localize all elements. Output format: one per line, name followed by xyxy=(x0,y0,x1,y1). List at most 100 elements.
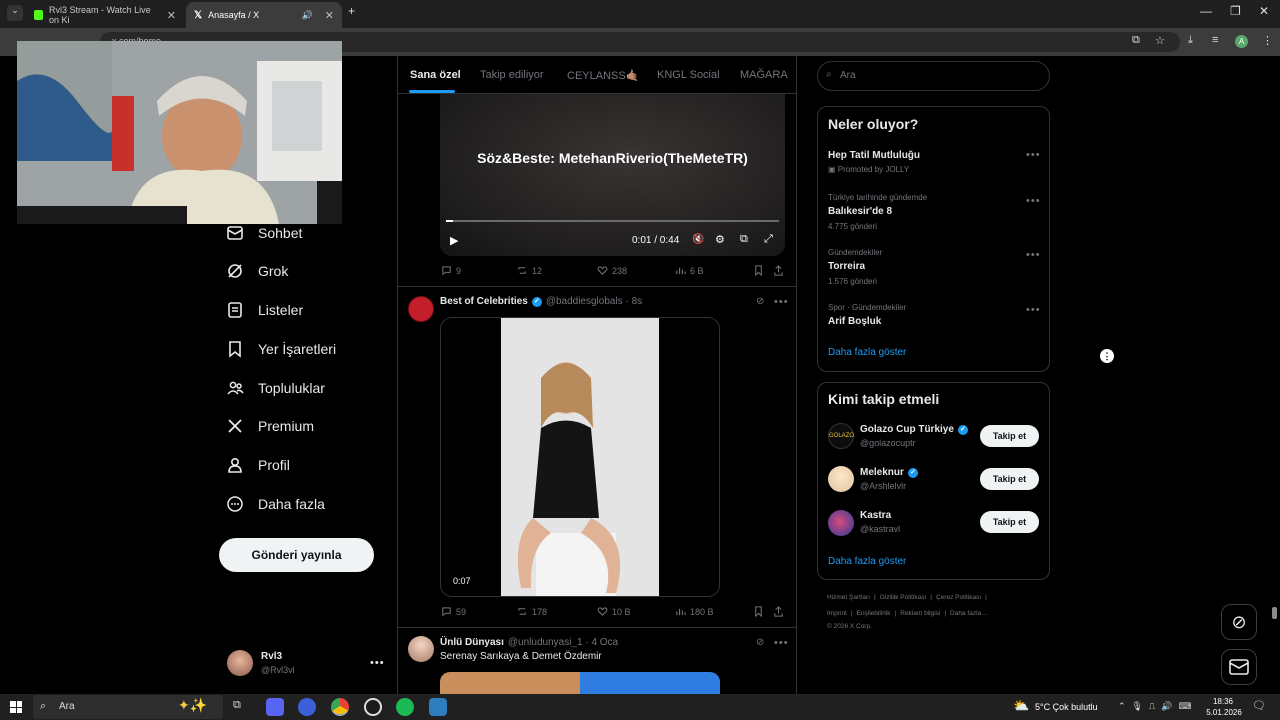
play-icon[interactable]: ▶ xyxy=(450,234,458,247)
nav-item-communities[interactable]: Topluluklar xyxy=(226,374,325,402)
share-button[interactable] xyxy=(773,265,784,276)
tab-following[interactable]: Takip ediliyor xyxy=(480,69,544,81)
reply-button[interactable]: 59 xyxy=(441,606,466,617)
trends-show-more[interactable]: Daha fazla göster xyxy=(828,347,906,358)
new-tab-icon[interactable]: + xyxy=(348,4,355,18)
grok-fab-button[interactable]: ⊘ xyxy=(1221,604,1257,640)
system-tray-icons[interactable]: ⌃🎙⎍🔊⌨ xyxy=(1118,701,1197,712)
search-input[interactable]: Ara xyxy=(817,61,1050,91)
footer-link[interactable]: Imprint xyxy=(827,610,847,617)
account-avatar[interactable] xyxy=(227,650,253,676)
post-more-icon[interactable]: ••• xyxy=(774,637,789,649)
browser-tab-kick[interactable]: Rvl3 Stream - Watch Live on Ki ✕ xyxy=(26,2,184,28)
close-tab-icon[interactable]: ✕ xyxy=(325,9,334,22)
post-more-icon[interactable]: ••• xyxy=(774,296,789,308)
trend-more-icon[interactable]: ••• xyxy=(1026,195,1041,207)
trend-name[interactable]: Hep Tatil Mutluluğu xyxy=(828,150,920,161)
post-video[interactable]: 0:07 xyxy=(440,317,720,597)
bookmark-button[interactable] xyxy=(753,606,764,617)
footer-link[interactable]: Gizlilik Politikası xyxy=(880,594,927,601)
grok-explain-icon[interactable]: ⊘ xyxy=(756,296,764,307)
audio-playing-icon[interactable]: 🔊 xyxy=(302,10,313,21)
trend-name[interactable]: Torreira xyxy=(828,261,865,272)
maximize-icon[interactable]: ❐ xyxy=(1230,4,1241,18)
post-image[interactable] xyxy=(440,672,720,694)
mute-icon[interactable]: 🔇 xyxy=(692,234,704,245)
bookmark-star-icon[interactable]: ☆ xyxy=(1155,34,1165,47)
grok-explain-icon[interactable]: ⊘ xyxy=(756,637,764,648)
nav-item-chat[interactable]: Sohbet xyxy=(226,219,302,247)
golazo-avatar[interactable]: GOLAZO xyxy=(828,423,854,449)
nav-item-lists[interactable]: Listeler xyxy=(226,296,303,324)
follow-button[interactable]: Takip et xyxy=(980,425,1039,447)
follow-button[interactable]: Takip et xyxy=(980,511,1039,533)
windows-start-icon[interactable] xyxy=(10,701,22,713)
tab-for-you[interactable]: Sana özel xyxy=(410,69,461,81)
account-menu-icon[interactable]: ••• xyxy=(370,657,385,669)
trend-more-icon[interactable]: ••• xyxy=(1026,149,1041,161)
close-window-icon[interactable]: ✕ xyxy=(1259,4,1269,18)
trend-more-icon[interactable]: ••• xyxy=(1026,249,1041,261)
bookmark-button[interactable] xyxy=(753,265,764,276)
trend-name[interactable]: Balıkesir'de 8 xyxy=(828,206,892,217)
close-tab-icon[interactable]: ✕ xyxy=(167,9,176,22)
fullscreen-icon[interactable]: ⤢ xyxy=(764,233,773,246)
follow-suggestion[interactable]: Golazo Cup Türkiye ✓ xyxy=(860,424,968,435)
views-button[interactable]: 6 B xyxy=(675,265,704,276)
footer-link[interactable]: Reklam bilgisi xyxy=(900,610,940,617)
task-view-icon[interactable]: ⧉ xyxy=(233,699,241,712)
minimize-icon[interactable]: — xyxy=(1200,4,1212,18)
nav-item-bookmarks[interactable]: Yer İşaretleri xyxy=(226,335,336,363)
author-name[interactable]: Ünlü Dünyası xyxy=(440,637,504,648)
downloads-icon[interactable]: ⤓ xyxy=(1188,34,1193,47)
follow-suggestion[interactable]: Meleknur ✓ xyxy=(860,467,918,478)
reply-button[interactable]: 9 xyxy=(441,265,461,276)
repost-button[interactable]: 12 xyxy=(517,265,542,276)
nav-item-premium[interactable]: Premium xyxy=(226,412,314,440)
chrome-menu-icon[interactable]: ⋮ xyxy=(1262,34,1273,47)
messages-fab-button[interactable] xyxy=(1221,649,1257,685)
reading-list-icon[interactable]: ≡ xyxy=(1212,34,1218,46)
trend-name[interactable]: Arif Boşluk xyxy=(828,316,881,327)
tab-search-icon[interactable]: ⌄ xyxy=(7,5,23,21)
scrollbar-thumb[interactable] xyxy=(1272,607,1277,619)
notification-icon[interactable]: 🗨 xyxy=(1252,699,1266,712)
cast-icon[interactable]: ⧉ xyxy=(1132,34,1140,47)
like-button[interactable]: 10 B xyxy=(597,606,631,617)
clock-time[interactable]: 18:36 xyxy=(1208,697,1238,706)
author-name[interactable]: Best of Celebrities xyxy=(440,296,528,307)
follow-show-more[interactable]: Daha fazla göster xyxy=(828,556,906,567)
footer-link[interactable]: Çerez Politikası xyxy=(936,594,981,601)
clock-date[interactable]: 5.01.2026 xyxy=(1205,708,1243,717)
spotify-icon[interactable] xyxy=(396,698,414,716)
app-icon[interactable] xyxy=(429,698,447,716)
repost-button[interactable]: 178 xyxy=(517,606,547,617)
footer-link[interactable]: Daha fazla ... xyxy=(950,610,988,617)
footer-link[interactable]: Hizmet Şartları xyxy=(827,594,870,601)
tab-kngl-social[interactable]: KNGL Social xyxy=(657,69,720,81)
follow-button[interactable]: Takip et xyxy=(980,468,1039,490)
weather-text[interactable]: 5°C Çok bulutlu xyxy=(1035,702,1098,712)
profile-avatar-icon[interactable]: A xyxy=(1235,35,1248,48)
nav-item-grok[interactable]: Grok xyxy=(226,257,288,285)
browser-tab-x[interactable]: 𝕏 Anasayfa / X 🔊 ✕ xyxy=(186,2,342,28)
discord-icon[interactable] xyxy=(266,698,284,716)
trend-more-icon[interactable]: ••• xyxy=(1026,304,1041,316)
app-icon[interactable] xyxy=(298,698,316,716)
post-button[interactable]: Gönderi yayınla xyxy=(219,538,374,572)
obs-icon[interactable] xyxy=(364,698,382,716)
chrome-icon[interactable] xyxy=(331,698,349,716)
pip-icon[interactable]: ⧉ xyxy=(740,233,748,246)
video-player[interactable]: Söz&Beste: MetehanRiverio(TheMeteTR) ▶ 0… xyxy=(440,94,785,256)
footer-link[interactable]: Erişilebilirlik xyxy=(857,610,891,617)
author-avatar[interactable] xyxy=(408,296,434,322)
tab-ceylanss[interactable]: CEYLANSS🤙🏽 xyxy=(567,69,639,82)
suggestion-name[interactable]: Kastra xyxy=(860,510,891,521)
settings-icon[interactable]: ⚙ xyxy=(715,233,725,246)
author-avatar[interactable] xyxy=(408,636,434,662)
like-button[interactable]: 238 xyxy=(597,265,627,276)
nav-item-profile[interactable]: Profil xyxy=(226,451,290,479)
tab-magara[interactable]: MAĞARA xyxy=(740,69,788,81)
extension-info-icon[interactable]: ⋮ xyxy=(1100,349,1114,363)
share-button[interactable] xyxy=(773,606,784,617)
